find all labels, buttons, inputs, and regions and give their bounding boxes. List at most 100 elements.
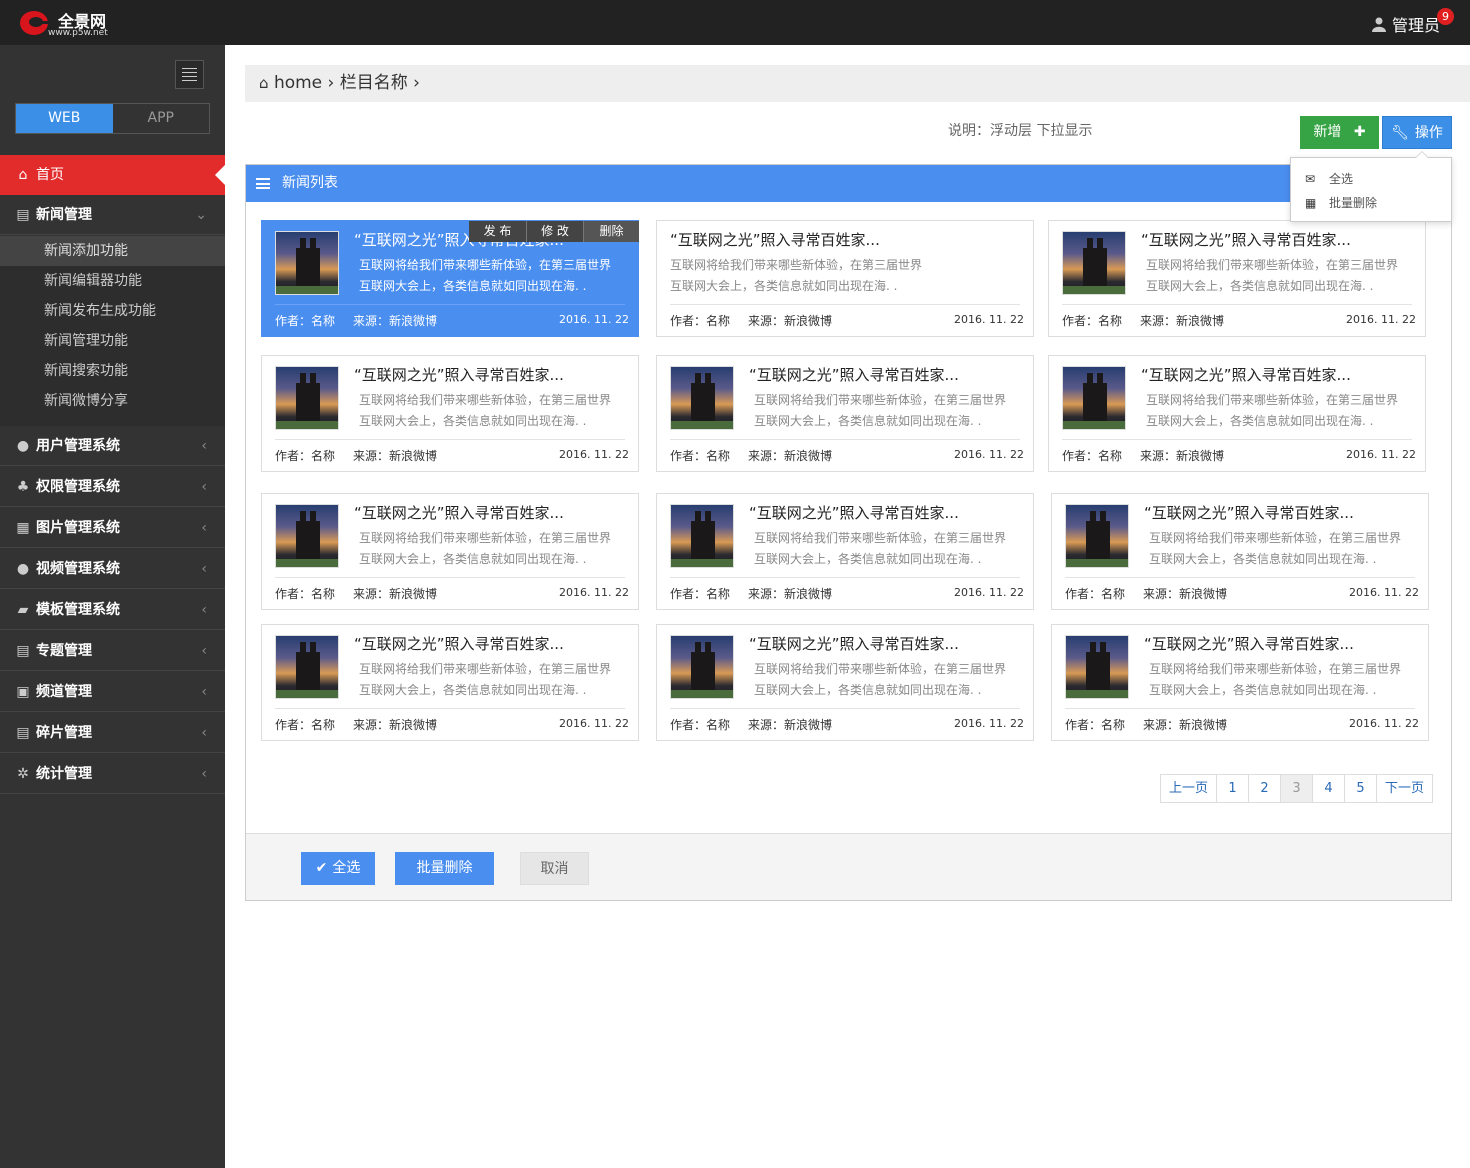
pagination-page[interactable]: 2 xyxy=(1249,775,1282,802)
news-title[interactable]: “互联网之光”照入寻常百姓家... xyxy=(1141,229,1351,250)
sidebar-toggle-icon[interactable] xyxy=(175,60,204,89)
select-all-button[interactable]: ✔ 全选 xyxy=(301,852,375,885)
chevron-down-icon: ⌄ xyxy=(195,207,207,223)
news-source: 来源：新浪微博 xyxy=(748,449,833,463)
sidebar-item-home[interactable]: ⌂ 首页 xyxy=(0,155,225,195)
news-card[interactable]: “互联网之光”照入寻常百姓家... 互联网将给我们带来哪些新体验，在第三届世界 互联… xyxy=(656,220,1034,337)
new-button[interactable]: 新增 ✚ xyxy=(1300,116,1379,149)
news-title[interactable]: “互联网之光”照入寻常百姓家... xyxy=(1141,364,1351,385)
batch-delete-button[interactable]: 批量删除 xyxy=(395,852,494,885)
sidebar-item-label: 统计管理 xyxy=(36,766,92,782)
cancel-button[interactable]: 取消 xyxy=(520,852,589,885)
breadcrumb-separator: › xyxy=(327,73,335,93)
news-summary: 互联网将给我们带来哪些新体验，在第三届世界 互联网大会上，各类信息就如同出现在海.… xyxy=(754,659,1024,701)
news-title[interactable]: “互联网之光”照入寻常百姓家... xyxy=(354,633,564,654)
edit-button[interactable]: 修 改 xyxy=(527,221,583,242)
news-card[interactable]: “互联网之光”照入寻常百姓家... 互联网将给我们带来哪些新体验，在第三届世界 互联… xyxy=(1048,355,1426,472)
sidebar-item-label: 模板管理系统 xyxy=(36,602,120,618)
sidebar-item-channels[interactable]: ▣ 频道管理 ‹ xyxy=(0,672,225,712)
card-divider xyxy=(275,577,625,578)
news-source: 来源：新浪微博 xyxy=(748,587,833,601)
delete-button[interactable]: 删除 xyxy=(584,221,639,242)
operations-button[interactable]: 🔧︎ 操作 xyxy=(1382,116,1452,149)
news-thumbnail xyxy=(670,504,734,568)
news-author: 作者：名称 xyxy=(275,587,336,601)
news-title[interactable]: “互联网之光”照入寻常百姓家... xyxy=(749,364,959,385)
segment-app[interactable]: APP xyxy=(112,104,209,133)
sidebar-item-images[interactable]: ▦ 图片管理系统 ‹ xyxy=(0,508,225,548)
news-title[interactable]: “互联网之光”照入寻常百姓家... xyxy=(354,364,564,385)
card-divider xyxy=(275,439,625,440)
notification-badge: 9 xyxy=(1437,8,1454,25)
sidebar: WEB APP ⌂ 首页 ▤ 新闻管理 ⌄ 新闻添加功能 新闻编辑器功能 新闻发布生成… xyxy=(0,45,225,1168)
news-source: 来源：新浪微博 xyxy=(1140,449,1225,463)
submenu-item[interactable]: 新闻搜索功能 xyxy=(0,356,225,386)
pagination-page[interactable]: 5 xyxy=(1345,775,1378,802)
news-summary-line: 互联网将给我们带来哪些新体验，在第三届世界 xyxy=(359,393,612,407)
pagination-page[interactable]: 1 xyxy=(1217,775,1250,802)
sidebar-item-statistics[interactable]: ✲ 统计管理 ‹ xyxy=(0,754,225,794)
sidebar-item-templates[interactable]: ▰ 模板管理系统 ‹ xyxy=(0,590,225,630)
chevron-left-icon: ‹ xyxy=(201,643,207,659)
card-divider xyxy=(1062,439,1412,440)
breadcrumb-home[interactable]: home xyxy=(274,73,322,93)
home-icon: ⌂ xyxy=(18,167,28,183)
news-card[interactable]: “互联网之光”照入寻常百姓家... 互联网将给我们带来哪些新体验，在第三届世界 互联… xyxy=(1051,624,1429,741)
news-author: 作者：名称 xyxy=(1062,314,1123,328)
sidebar-item-videos[interactable]: ● 视频管理系统 ‹ xyxy=(0,549,225,589)
sidebar-item-fragments[interactable]: ▤ 碎片管理 ‹ xyxy=(0,713,225,753)
list-icon xyxy=(256,178,270,189)
news-title[interactable]: “互联网之光”照入寻常百姓家... xyxy=(354,502,564,523)
sidebar-item-label: 频道管理 xyxy=(36,684,92,700)
news-card[interactable]: “互联网之光”照入寻常百姓家... 互联网将给我们带来哪些新体验，在第三届世界 互联… xyxy=(261,220,639,337)
news-card[interactable]: “互联网之光”照入寻常百姓家... 互联网将给我们带来哪些新体验，在第三届世界 互联… xyxy=(656,624,1034,741)
news-date: 2016. 11. 22 xyxy=(1346,448,1416,461)
news-title[interactable]: “互联网之光”照入寻常百姓家... xyxy=(1144,633,1354,654)
news-summary: 互联网将给我们带来哪些新体验，在第三届世界 互联网大会上，各类信息就如同出现在海.… xyxy=(754,390,1024,432)
news-title[interactable]: “互联网之光”照入寻常百姓家... xyxy=(749,633,959,654)
news-card[interactable]: “互联网之光”照入寻常百姓家... 互联网将给我们带来哪些新体验，在第三届世界 互联… xyxy=(1051,493,1429,610)
news-author: 作者：名称 xyxy=(1065,587,1126,601)
news-summary-line: 互联网大会上，各类信息就如同出现在海. . xyxy=(1149,683,1377,697)
chevron-left-icon: ‹ xyxy=(201,766,207,782)
news-meta: 作者：名称 来源：新浪微博 xyxy=(275,312,437,329)
news-card[interactable]: “互联网之光”照入寻常百姓家... 互联网将给我们带来哪些新体验，在第三届世界 互联… xyxy=(656,493,1034,610)
sidebar-item-users[interactable]: ● 用户管理系统 ‹ xyxy=(0,426,225,466)
news-card[interactable]: “互联网之光”照入寻常百姓家... 互联网将给我们带来哪些新体验，在第三届世界 互联… xyxy=(261,355,639,472)
sidebar-item-permissions[interactable]: ♣ 权限管理系统 ‹ xyxy=(0,467,225,507)
sidebar-item-topics[interactable]: ▤ 专题管理 ‹ xyxy=(0,631,225,671)
news-card[interactable]: “互联网之光”照入寻常百姓家... 互联网将给我们带来哪些新体验，在第三届世界 互联… xyxy=(261,493,639,610)
news-date: 2016. 11. 22 xyxy=(559,448,629,461)
dropdown-item-select-all[interactable]: ✉ 全选 xyxy=(1291,167,1451,191)
segment-web[interactable]: WEB xyxy=(16,104,113,133)
publish-button[interactable]: 发 布 xyxy=(469,221,526,242)
logo[interactable]: 全景网 www.p5w.net xyxy=(18,6,138,40)
pagination-next[interactable]: 下一页 xyxy=(1377,775,1432,802)
breadcrumb-category[interactable]: 栏目名称 xyxy=(340,73,408,93)
news-title[interactable]: “互联网之光”照入寻常百姓家... xyxy=(749,502,959,523)
sidebar-item-news[interactable]: ▤ 新闻管理 ⌄ xyxy=(0,195,225,235)
submenu-item[interactable]: 新闻发布生成功能 xyxy=(0,296,225,326)
sidebar-item-label: 用户管理系统 xyxy=(36,438,120,454)
submenu-item[interactable]: 新闻编辑器功能 xyxy=(0,266,225,296)
news-card[interactable]: “互联网之光”照入寻常百姓家... 互联网将给我们带来哪些新体验，在第三届世界 互联… xyxy=(261,624,639,741)
submenu-item[interactable]: 新闻添加功能 xyxy=(0,236,225,266)
news-summary-line: 互联网将给我们带来哪些新体验，在第三届世界 xyxy=(754,662,1007,676)
news-summary: 互联网将给我们带来哪些新体验，在第三届世界 互联网大会上，各类信息就如同出现在海.… xyxy=(670,255,940,297)
news-title[interactable]: “互联网之光”照入寻常百姓家... xyxy=(1144,502,1354,523)
pagination-prev[interactable]: 上一页 xyxy=(1161,775,1218,802)
pagination-page-current[interactable]: 3 xyxy=(1281,775,1314,802)
news-meta: 作者：名称 来源：新浪微博 xyxy=(670,312,832,329)
dropdown-item-batch-delete[interactable]: ▦ 批量删除 xyxy=(1291,191,1451,215)
admin-menu[interactable]: 管理员 9 xyxy=(1371,8,1454,36)
submenu-item[interactable]: 新闻管理功能 xyxy=(0,326,225,356)
news-card[interactable]: “互联网之光”照入寻常百姓家... 互联网将给我们带来哪些新体验，在第三届世界 互联… xyxy=(1048,220,1426,337)
pagination-page[interactable]: 4 xyxy=(1313,775,1346,802)
news-summary-line: 互联网大会上，各类信息就如同出现在海. . xyxy=(754,552,982,566)
sitemap-icon: ♣ xyxy=(16,479,30,495)
news-thumbnail xyxy=(1062,366,1126,430)
news-card[interactable]: “互联网之光”照入寻常百姓家... 互联网将给我们带来哪些新体验，在第三届世界 互联… xyxy=(656,355,1034,472)
card-action-bar: 发 布修 改删除 xyxy=(469,221,639,242)
submenu-item[interactable]: 新闻微博分享 xyxy=(0,386,225,416)
news-title[interactable]: “互联网之光”照入寻常百姓家... xyxy=(670,229,880,250)
